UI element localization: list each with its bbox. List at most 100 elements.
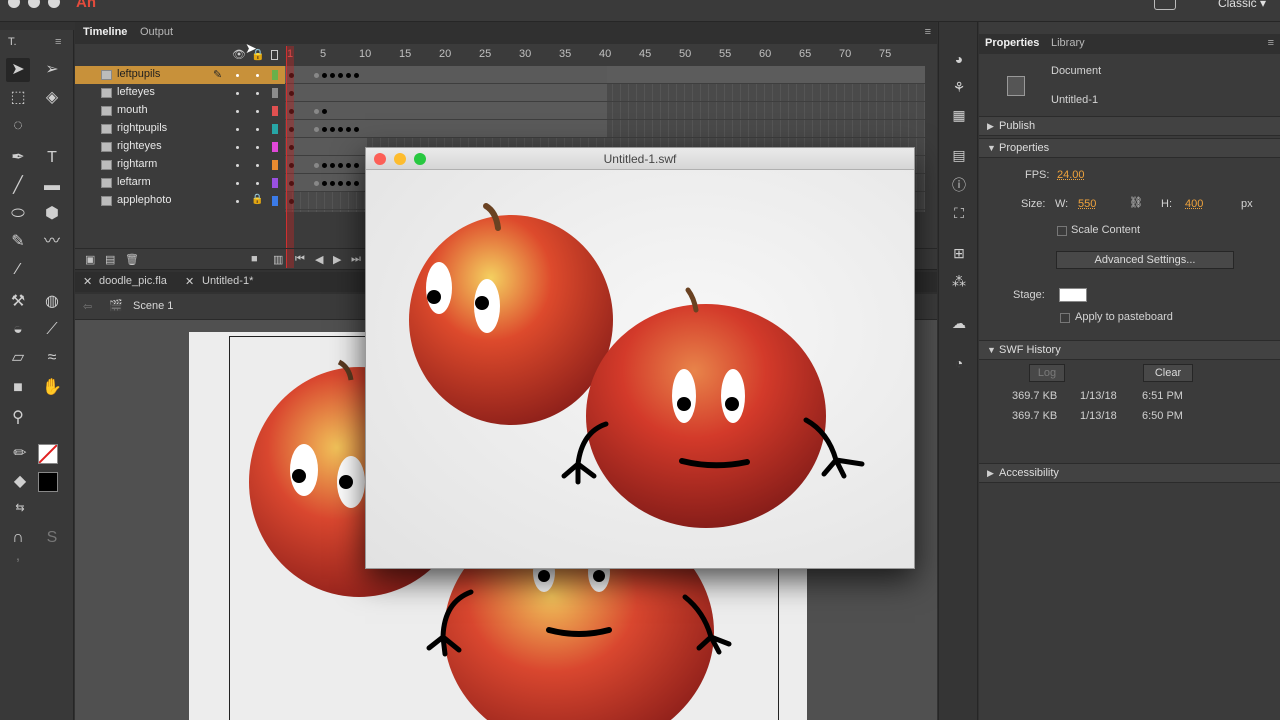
layer-row[interactable]: mouth (75, 102, 285, 120)
brush-tool-icon[interactable]: 〰 (40, 230, 64, 254)
delete-layer-icon[interactable]: 🗑 (125, 253, 139, 266)
clear-button[interactable]: Clear (1143, 364, 1193, 382)
layer-color-swatch[interactable] (272, 142, 278, 152)
panel-menu-icon[interactable]: ≡ (1268, 37, 1274, 49)
polystar-tool-icon[interactable]: ⬢ (40, 202, 64, 226)
locked-icon[interactable]: 🔒 (251, 194, 263, 205)
keyframe[interactable] (338, 127, 343, 132)
tab-doodle-pic[interactable]: doodle_pic.fla (99, 275, 167, 287)
pencil-tool-icon[interactable]: ✎ (6, 230, 30, 254)
3d-rotation-tool-icon[interactable]: ◈ (40, 86, 64, 110)
keyframe[interactable] (330, 181, 335, 186)
color-panel-icon[interactable]: ◕ (950, 50, 968, 68)
swatches-panel-icon[interactable]: ▦ (950, 106, 968, 124)
frame-row[interactable] (285, 66, 925, 84)
visibility-toggle[interactable] (236, 74, 239, 77)
width-tool-icon[interactable]: ≈ (40, 346, 64, 370)
lock-toggle[interactable] (256, 146, 259, 149)
keyframe[interactable] (314, 109, 319, 114)
pen-tool-icon[interactable]: ✒ (6, 146, 30, 170)
visibility-toggle[interactable] (236, 200, 239, 203)
stage-color-swatch[interactable] (1059, 288, 1087, 302)
subselection-tool-icon[interactable]: ➢ (40, 58, 64, 82)
keyframe[interactable] (322, 127, 327, 132)
new-layer-icon[interactable]: ▣ (85, 253, 95, 266)
keyframe[interactable] (338, 181, 343, 186)
visibility-toggle[interactable] (236, 146, 239, 149)
scale-content-checkbox[interactable] (1057, 226, 1067, 236)
playhead[interactable] (286, 46, 294, 268)
assets-panel-icon[interactable]: ⚘ (950, 78, 968, 96)
swf-titlebar[interactable]: Untitled-1.swf (366, 148, 914, 170)
layer-color-swatch[interactable] (272, 178, 278, 188)
visibility-toggle[interactable] (236, 182, 239, 185)
tools-menu-icon[interactable]: T. (8, 36, 17, 48)
tab-timeline[interactable]: Timeline (83, 26, 127, 38)
lock-toggle[interactable] (256, 128, 259, 131)
lock-toggle[interactable] (256, 74, 259, 77)
eye-icon[interactable]: 👁 (232, 48, 246, 61)
keyframe[interactable] (354, 163, 359, 168)
lock-toggle[interactable] (256, 164, 259, 167)
swap-colors-icon[interactable]: ⇆ (8, 496, 32, 520)
keyframe[interactable] (346, 163, 351, 168)
layer-color-swatch[interactable] (272, 160, 278, 170)
keyframe[interactable] (322, 163, 327, 168)
panel-menu-icon[interactable]: ≡ (925, 26, 931, 38)
stroke-color-swatch[interactable] (38, 444, 58, 464)
sync-settings-icon[interactable] (1154, 0, 1176, 10)
straighten-icon[interactable]: ʼ (6, 554, 30, 578)
smooth-icon[interactable]: S (40, 526, 64, 550)
frame-row[interactable] (285, 102, 925, 120)
frame-row[interactable] (285, 84, 925, 102)
width-value[interactable]: 550 (1078, 198, 1096, 210)
oval-tool-icon[interactable]: ⬭ (6, 202, 30, 226)
keyframe[interactable] (338, 163, 343, 168)
keyframe[interactable] (322, 109, 327, 114)
keyframe[interactable] (314, 73, 319, 78)
rectangle-tool-icon[interactable]: ▬ (40, 174, 64, 198)
layer-row[interactable]: rightpupils (75, 120, 285, 138)
history-panel-icon[interactable]: ◔ (950, 354, 968, 372)
log-button[interactable]: Log (1029, 364, 1065, 382)
panel-menu-icon[interactable]: ≡ (55, 36, 61, 48)
keyframe[interactable] (346, 181, 351, 186)
motion-presets-icon[interactable]: ⁂ (950, 272, 968, 290)
snap-to-objects-icon[interactable]: ∩ (6, 526, 30, 550)
layer-row[interactable]: applephoto 🔒 (75, 192, 285, 210)
layer-color-swatch[interactable] (272, 124, 278, 134)
keyframe[interactable] (322, 181, 327, 186)
link-dimensions-icon[interactable]: ⛓ (1129, 196, 1143, 209)
keyframe[interactable] (346, 127, 351, 132)
align-panel-icon[interactable]: ▤ (950, 146, 968, 164)
zoom-tool-icon[interactable]: ⚲ (6, 406, 30, 430)
outline-icon[interactable] (271, 50, 278, 60)
eyedropper-tool-icon[interactable]: ⟋ (40, 318, 64, 342)
visibility-toggle[interactable] (236, 92, 239, 95)
keyframe[interactable] (322, 73, 327, 78)
bone-tool-icon[interactable]: ⚒ (6, 290, 30, 314)
close-window-button[interactable] (8, 0, 20, 8)
advanced-settings-button[interactable]: Advanced Settings... (1056, 251, 1234, 269)
layer-row[interactable]: righteyes (75, 138, 285, 156)
minimize-window-button[interactable] (28, 0, 40, 8)
close-tab-icon[interactable]: ✕ (83, 275, 92, 288)
keyframe[interactable] (330, 73, 335, 78)
new-folder-icon[interactable]: ▤ (105, 253, 115, 266)
keyframe[interactable] (330, 163, 335, 168)
keyframe[interactable] (354, 127, 359, 132)
stroke-color-icon[interactable]: ✏ (8, 442, 32, 466)
lock-toggle[interactable] (256, 182, 259, 185)
components-panel-icon[interactable]: ⊞ (950, 244, 968, 262)
paint-brush-tool-icon[interactable]: ⁄ (6, 258, 30, 282)
workspace-switcher[interactable]: Classic ▾ (1218, 0, 1266, 10)
lasso-tool-icon[interactable]: ◌ (6, 114, 30, 138)
tab-properties[interactable]: Properties (985, 37, 1039, 49)
keyframe[interactable] (354, 181, 359, 186)
tab-library[interactable]: Library (1051, 37, 1085, 49)
step-back-icon[interactable]: ◀ (315, 253, 323, 266)
layer-color-swatch[interactable] (272, 88, 278, 98)
cc-libraries-icon[interactable]: ☁ (950, 314, 968, 332)
keyframe[interactable] (314, 163, 319, 168)
free-transform-tool-icon[interactable]: ⬚ (6, 86, 30, 110)
